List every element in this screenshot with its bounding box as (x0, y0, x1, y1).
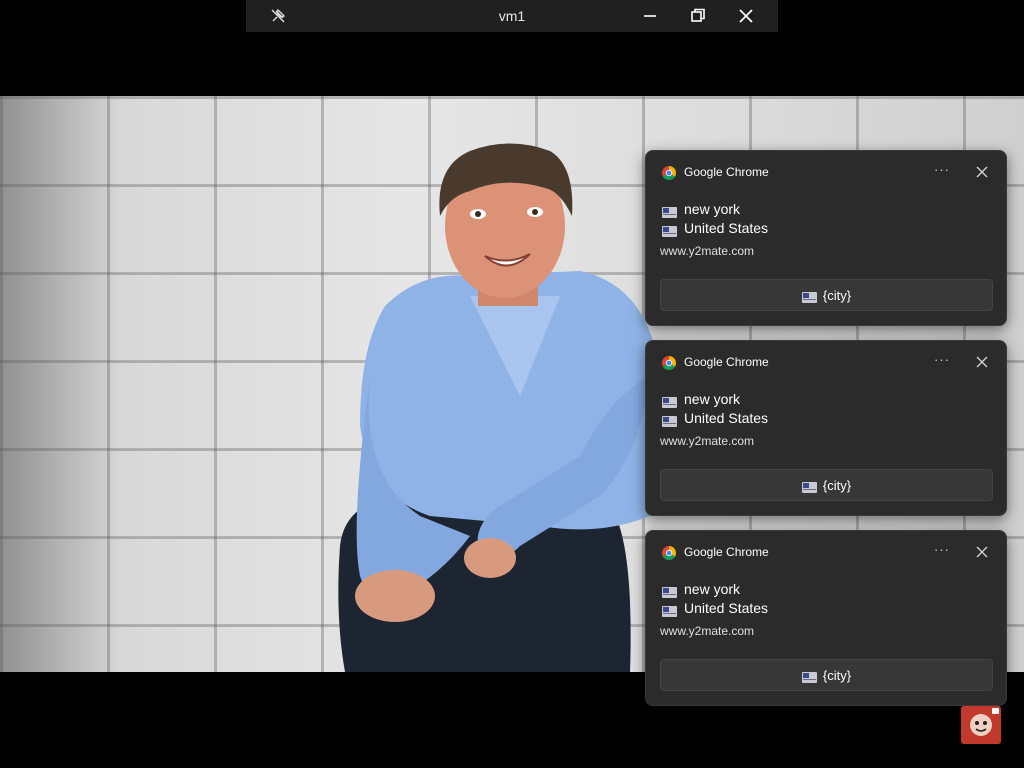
vm-title-bar: vm1 (246, 0, 778, 32)
flag-icon (662, 414, 677, 427)
notification-card[interactable]: Google Chrome ··· new york United States… (645, 340, 1007, 516)
notification-card[interactable]: Google Chrome ··· new york United States… (645, 530, 1007, 706)
notification-line-country: United States (662, 600, 768, 617)
flag-icon (662, 585, 677, 598)
flag-icon (662, 604, 677, 617)
notification-line-city: new york (662, 201, 740, 218)
unpin-icon[interactable] (268, 6, 288, 26)
flag-icon (662, 224, 677, 237)
chrome-icon (662, 356, 676, 370)
flag-icon (801, 481, 817, 493)
close-icon[interactable] (972, 163, 992, 181)
notification-app-name: Google Chrome (684, 165, 769, 179)
close-icon[interactable] (972, 543, 992, 561)
notification-line-country: United States (662, 220, 768, 237)
avatar-face-icon (961, 706, 1001, 744)
notification-action-button[interactable]: {city} (660, 469, 993, 501)
notification-line-city: new york (662, 581, 740, 598)
flag-icon (662, 395, 677, 408)
minimize-button[interactable] (640, 6, 660, 26)
notification-app-name: Google Chrome (684, 355, 769, 369)
notification-source: www.y2mate.com (660, 624, 755, 638)
notification-card[interactable]: Google Chrome ··· new york United States… (645, 150, 1007, 326)
chrome-icon (662, 166, 676, 180)
notification-action-button[interactable]: {city} (660, 659, 993, 691)
notification-source: www.y2mate.com (660, 434, 755, 448)
notification-action-button[interactable]: {city} (660, 279, 993, 311)
flag-icon (662, 205, 677, 218)
tray-avatar-icon[interactable] (961, 706, 1001, 744)
restore-button[interactable] (688, 6, 708, 26)
flag-icon (801, 291, 817, 303)
notification-app-name: Google Chrome (684, 545, 769, 559)
close-icon[interactable] (972, 353, 992, 371)
more-options-icon[interactable]: ··· (932, 543, 952, 561)
more-options-icon[interactable]: ··· (932, 353, 952, 371)
flag-icon (801, 671, 817, 683)
chrome-icon (662, 546, 676, 560)
notification-source: www.y2mate.com (660, 244, 755, 258)
more-options-icon[interactable]: ··· (932, 163, 952, 181)
notification-line-city: new york (662, 391, 740, 408)
notification-line-country: United States (662, 410, 768, 427)
close-window-button[interactable] (736, 6, 756, 26)
